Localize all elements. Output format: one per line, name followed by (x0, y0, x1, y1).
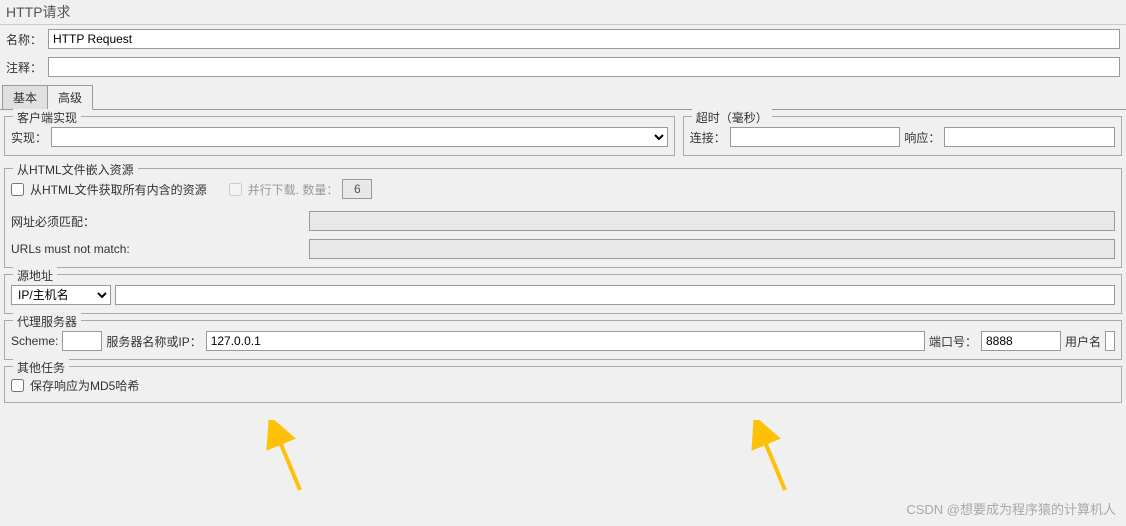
proxy-server-input[interactable] (206, 331, 925, 351)
watermark: CSDN @想要成为程序猿的计算机人 (906, 499, 1116, 518)
proxy-user-input[interactable] (1105, 331, 1115, 351)
other-tasks-fieldset: 其他任务 保存响应为MD5哈希 (4, 366, 1122, 403)
proxy-port-label: 端口号： (929, 333, 977, 350)
response-timeout-input[interactable] (944, 127, 1115, 147)
scheme-label: Scheme: (11, 334, 58, 348)
timeout-fieldset: 超时（毫秒） 连接： 响应： (683, 116, 1122, 156)
html-embed-fieldset: 从HTML文件嵌入资源 从HTML文件获取所有内含的资源 并行下载. 数量： 网… (4, 168, 1122, 268)
html-embed-legend: 从HTML文件嵌入资源 (13, 161, 138, 178)
proxy-port-input[interactable] (981, 331, 1061, 351)
url-not-match-input[interactable] (309, 239, 1115, 259)
retrieve-resources-checkbox[interactable] (11, 183, 24, 196)
other-tasks-legend: 其他任务 (13, 359, 69, 376)
annotation-arrow-icon (740, 420, 800, 500)
parallel-count-input (342, 179, 372, 199)
tabs-bar: 基本 高级 (0, 85, 1126, 110)
url-match-label: 网址必须匹配： (11, 213, 161, 230)
tab-basic[interactable]: 基本 (2, 85, 48, 109)
connect-timeout-input[interactable] (730, 127, 901, 147)
client-impl-legend: 客户端实现 (13, 109, 81, 126)
proxy-legend: 代理服务器 (13, 313, 81, 330)
source-addr-input[interactable] (115, 285, 1115, 305)
source-addr-legend: 源地址 (13, 267, 57, 284)
name-label: 名称： (6, 31, 44, 48)
response-timeout-label: 响应： (904, 129, 940, 146)
parallel-download-checkbox (229, 183, 242, 196)
name-row: 名称： (0, 25, 1126, 53)
comment-row: 注释： (0, 53, 1126, 81)
tab-advanced[interactable]: 高级 (47, 85, 93, 110)
proxy-server-label: 服务器名称或IP： (106, 333, 201, 350)
timeout-legend: 超时（毫秒） (692, 109, 772, 126)
scheme-input[interactable] (62, 331, 102, 351)
comment-input[interactable] (48, 57, 1120, 77)
panel-title: HTTP请求 (0, 0, 1126, 25)
retrieve-resources-label: 从HTML文件获取所有内含的资源 (30, 181, 207, 198)
source-addr-type-select[interactable]: IP/主机名 (11, 285, 111, 305)
annotation-arrow-icon (255, 420, 315, 500)
url-match-input[interactable] (309, 211, 1115, 231)
parallel-download-label: 并行下载. 数量： (248, 181, 339, 198)
proxy-fieldset: 代理服务器 Scheme: 服务器名称或IP： 端口号： 用户名 (4, 320, 1122, 360)
source-addr-fieldset: 源地址 IP/主机名 (4, 274, 1122, 314)
proxy-user-label: 用户名 (1065, 333, 1101, 350)
impl-label: 实现： (11, 129, 47, 146)
md5-label: 保存响应为MD5哈希 (30, 377, 139, 394)
impl-select[interactable] (51, 127, 668, 147)
name-input[interactable] (48, 29, 1120, 49)
tab-content-advanced: 客户端实现 实现： 超时（毫秒） 连接： 响应： 从HTML文件嵌入资源 从HT… (0, 110, 1126, 415)
client-impl-fieldset: 客户端实现 实现： (4, 116, 675, 156)
connect-timeout-label: 连接： (690, 129, 726, 146)
comment-label: 注释： (6, 59, 44, 76)
url-not-match-label: URLs must not match: (11, 242, 161, 256)
md5-checkbox[interactable] (11, 379, 24, 392)
